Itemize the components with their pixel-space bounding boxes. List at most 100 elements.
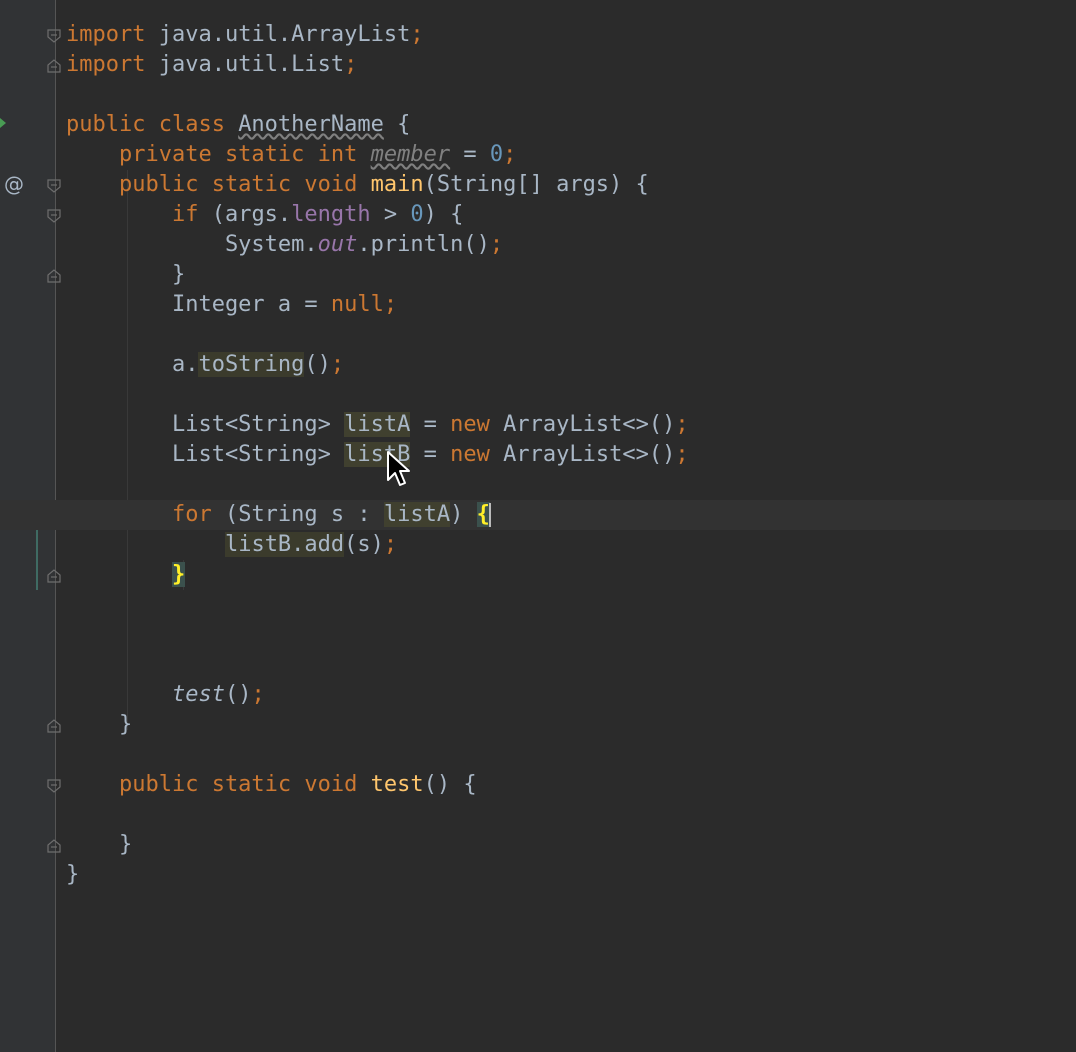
semicolon: ; <box>503 142 517 167</box>
fold-end-icon[interactable] <box>46 268 62 284</box>
code-line-10[interactable]: Integer a = null; <box>66 290 1076 320</box>
code-line-3[interactable] <box>66 80 1076 110</box>
method-name: test <box>370 772 424 797</box>
code-text: .println() <box>357 232 490 257</box>
static-field-ref: out <box>317 232 358 257</box>
code-line-13[interactable] <box>66 380 1076 410</box>
code-text: } <box>66 862 80 887</box>
highlighted-call: listB.add <box>224 532 345 557</box>
code-line-9[interactable]: } <box>66 260 1076 290</box>
code-line-17-current[interactable]: for (String s : listA) { <box>0 500 1076 530</box>
code-text: ArrayList<>() <box>489 412 676 437</box>
code-line-24[interactable]: } <box>66 710 1076 740</box>
semicolon: ; <box>383 532 398 557</box>
code-line-22[interactable] <box>66 650 1076 680</box>
fold-end-icon[interactable] <box>46 568 62 584</box>
code-line-16[interactable] <box>66 470 1076 500</box>
semicolon: ; <box>675 412 689 437</box>
code-line-23[interactable]: test(); <box>66 680 1076 710</box>
keyword: if <box>66 202 212 227</box>
fold-start-icon[interactable] <box>46 28 62 44</box>
code-text: (String s : <box>211 502 384 527</box>
semicolon: ; <box>410 22 424 47</box>
code-text: List<String> <box>66 442 345 467</box>
semicolon: ; <box>251 682 265 707</box>
static-call: test <box>171 682 225 707</box>
run-marker-icon[interactable] <box>0 118 6 128</box>
class-name: AnotherName <box>238 112 384 137</box>
code-text: } <box>66 832 133 857</box>
override-marker-icon[interactable]: @ <box>4 172 24 196</box>
code-line-6[interactable]: public static void main(String[] args) { <box>66 170 1076 200</box>
keyword: public static void <box>66 772 371 797</box>
code-text: ) <box>450 502 477 527</box>
highlighted-call: toString <box>198 352 305 377</box>
code-text: () { <box>423 772 477 797</box>
code-text: (s) <box>344 532 384 557</box>
code-line-27[interactable] <box>66 800 1076 830</box>
code-line-15[interactable]: List<String> listB = new ArrayList<>(); <box>66 440 1076 470</box>
code-line-20[interactable] <box>66 590 1076 620</box>
code-line-28[interactable]: } <box>66 830 1076 860</box>
code-line-21[interactable] <box>66 620 1076 650</box>
method-name: main <box>370 172 424 197</box>
code-line-19[interactable]: } <box>66 560 1076 590</box>
fold-start-icon[interactable] <box>46 208 62 224</box>
code-line-18[interactable]: listB.add(s); <box>66 530 1076 560</box>
variable-highlight: listA <box>383 502 451 527</box>
code-line-11[interactable] <box>66 320 1076 350</box>
code-text: (args. <box>211 202 292 227</box>
semicolon: ; <box>675 442 689 467</box>
code-text: = <box>410 442 451 467</box>
matched-brace: } <box>171 562 186 587</box>
code-text: ) { <box>423 202 464 227</box>
fold-start-icon[interactable] <box>46 778 62 794</box>
code-text: a. <box>66 352 199 377</box>
code-line-4[interactable]: public class AnotherName { <box>66 110 1076 140</box>
code-editor[interactable]: import java.util.ArrayList; import java.… <box>0 20 1076 890</box>
keyword: private static int <box>66 142 371 167</box>
code-text: java.util.List <box>145 52 345 77</box>
code-text: System. <box>66 232 318 257</box>
semicolon: ; <box>344 52 358 77</box>
code-text: List<String> <box>66 412 345 437</box>
keyword: public class <box>66 112 239 137</box>
code-text: (String[] args) { <box>423 172 649 197</box>
keyword: import <box>66 22 146 47</box>
number-literal: 0 <box>410 202 424 227</box>
code-text: = <box>450 142 490 167</box>
code-text: } <box>66 712 133 737</box>
semicolon: ; <box>489 232 504 257</box>
mouse-pointer-icon <box>387 451 410 486</box>
code-text: { <box>383 112 411 137</box>
fold-end-icon[interactable] <box>46 718 62 734</box>
code-line-7[interactable]: if (args.length > 0) { <box>66 200 1076 230</box>
fold-end-icon[interactable] <box>46 58 62 74</box>
code-text: () <box>224 682 252 707</box>
keyword: import <box>66 52 146 77</box>
code-line-1[interactable]: import java.util.ArrayList; <box>66 20 1076 50</box>
code-text: () <box>304 352 331 377</box>
keyword: for <box>66 502 212 527</box>
code-text: ArrayList<>() <box>489 442 676 467</box>
keyword: public static void <box>66 172 371 197</box>
semicolon: ; <box>330 352 345 377</box>
unused-field: member <box>370 142 451 167</box>
text-caret <box>488 503 491 527</box>
keyword: null <box>330 292 384 317</box>
code-text: Integer a = <box>66 292 331 317</box>
code-line-14[interactable]: List<String> listA = new ArrayList<>(); <box>66 410 1076 440</box>
code-line-8[interactable]: System.out.println(); <box>66 230 1076 260</box>
code-line-5[interactable]: private static int member = 0; <box>66 140 1076 170</box>
matched-brace: { <box>476 502 490 527</box>
code-line-25[interactable] <box>66 740 1076 770</box>
code-line-26[interactable]: public static void test() { <box>66 770 1076 800</box>
fold-start-icon[interactable] <box>46 178 62 194</box>
keyword: new <box>450 412 490 437</box>
code-line-29[interactable]: } <box>66 860 1076 890</box>
fold-end-icon[interactable] <box>46 838 62 854</box>
code-line-2[interactable]: import java.util.List; <box>66 50 1076 80</box>
code-line-12[interactable]: a.toString(); <box>66 350 1076 380</box>
